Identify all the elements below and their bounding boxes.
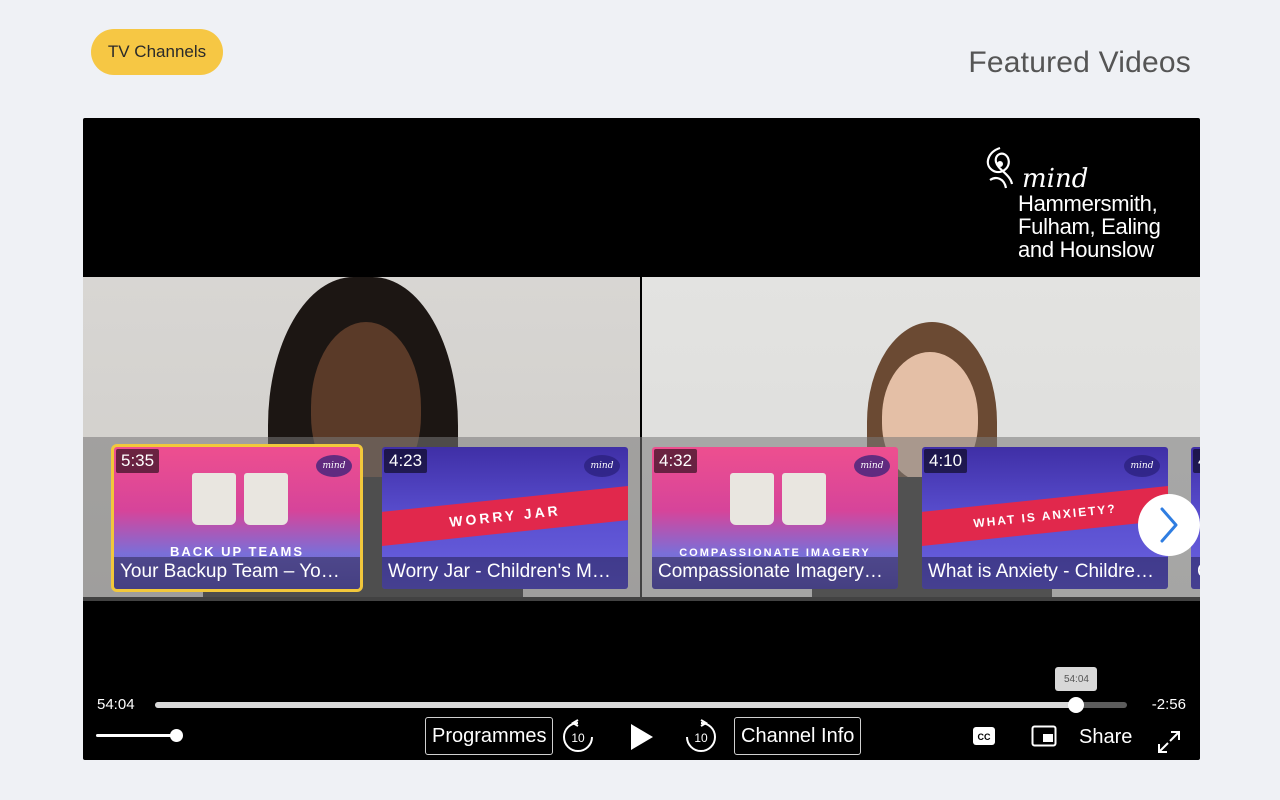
video-carousel: mind BACK UP TEAMS 5:35 Your Backup Team… [83,437,1200,601]
forward-10-button[interactable]: 10 [683,719,719,755]
page-title: Featured Videos [968,46,1191,79]
carousel-next-button[interactable] [1138,494,1200,556]
picture-in-picture-button[interactable] [1030,724,1058,748]
volume-handle[interactable] [170,729,183,742]
progress-handle[interactable] [1068,697,1085,713]
scrub-tooltip: 54:04 [1055,667,1098,691]
cc-icon: CC [973,727,995,745]
pip-icon [1031,725,1057,747]
logo-brand: mind [1022,164,1089,194]
video-player[interactable]: mind Hammersmith, Fulham, Ealing and Hou… [83,118,1200,760]
rewind-10-button[interactable]: 10 [560,719,596,755]
video-title: C [1191,557,1200,589]
video-card[interactable]: WORRY JAR mind 4:23 Worry Jar - Children… [382,447,628,589]
video-title: Compassionate Imagery… [652,557,898,589]
video-duration: 5:35 [116,449,160,473]
fullscreen-button[interactable] [1155,728,1183,756]
video-title: What is Anxiety - Childre… [922,557,1168,589]
chevron-right-icon [1160,507,1178,543]
channel-info-button[interactable]: Channel Info [734,717,862,755]
thumbnail-caption: WORRY JAR [448,502,562,530]
channel-logo: mind Hammersmith, Fulham, Ealing and Hou… [982,144,1172,261]
video-card[interactable]: mind BACK UP TEAMS 5:35 Your Backup Team… [111,444,363,592]
forward-seconds: 10 [694,731,708,745]
logo-line: Fulham, Ealing [1018,214,1161,239]
thumbnail-caption: WHAT IS ANXIETY? [972,501,1118,531]
share-button[interactable]: Share [1079,724,1132,750]
video-card[interactable]: mind COMPASSIONATE IMAGERY 4:32 Compassi… [652,447,898,589]
video-duration: 4:32 [654,449,698,473]
video-duration: 4 [1193,449,1200,473]
logo-line: Hammersmith, [1018,191,1158,216]
play-button[interactable] [625,718,659,756]
rewind-seconds: 10 [571,731,585,745]
progress-fill [155,702,1077,708]
remaining-time: -2:56 [1151,696,1186,713]
mind-logo-icon [986,146,1014,189]
play-icon [631,724,653,750]
video-title: Your Backup Team – Yo… [114,557,360,589]
video-card[interactable]: WHAT IS ANXIETY? mind 4:10 What is Anxie… [922,447,1168,589]
cc-label: CC [978,732,991,742]
rewind-icon: 10 [563,719,593,752]
volume-slider[interactable] [96,729,183,742]
video-duration: 4:23 [384,449,428,473]
forward-icon: 10 [686,719,716,752]
video-duration: 4:10 [924,449,968,473]
programmes-button[interactable]: Programmes [425,717,554,755]
closed-captions-button[interactable]: CC [972,725,996,747]
progress-bar[interactable] [155,697,1127,713]
current-time: 54:04 [97,696,135,713]
logo-line: and Hounslow [1018,237,1154,262]
video-title: Worry Jar - Children's M… [382,557,628,589]
tv-channels-button[interactable]: TV Channels [91,29,223,75]
expand-icon [1158,731,1180,753]
